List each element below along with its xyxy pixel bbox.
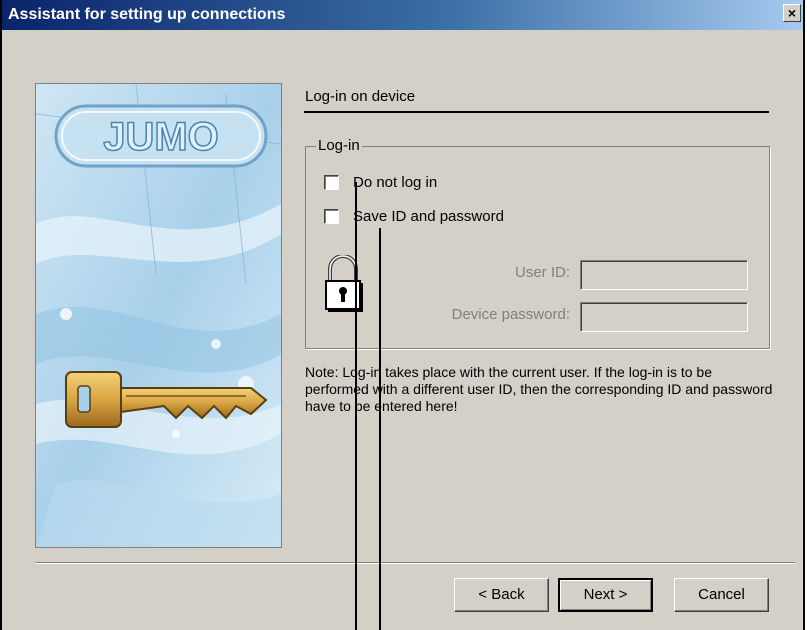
- user-id-field[interactable]: [580, 260, 748, 290]
- cancel-button[interactable]: Cancel: [674, 578, 769, 612]
- close-button[interactable]: ×: [783, 4, 801, 22]
- section-heading: Log-in on device: [305, 88, 416, 105]
- save-id-label: Save ID and password: [353, 208, 504, 225]
- heading-divider: [304, 111, 769, 113]
- callout-line-save-id: [379, 228, 381, 630]
- title-bar: Assistant for setting up connections ×: [2, 0, 803, 30]
- padlock-icon: [322, 254, 364, 313]
- do-not-log-in-label: Do not log in: [353, 174, 438, 191]
- user-id-label: User ID:: [514, 264, 570, 281]
- save-id-option[interactable]: Save ID and password: [324, 208, 504, 225]
- wizard-side-image: JUMO: [35, 83, 282, 548]
- setup-assistant-window: Assistant for setting up connections × J…: [0, 0, 805, 630]
- footer-divider: [35, 562, 795, 564]
- window-title: Assistant for setting up connections: [8, 6, 286, 23]
- close-icon: ×: [787, 5, 797, 21]
- login-group-label: Log-in: [316, 137, 362, 154]
- save-id-checkbox[interactable]: [324, 209, 339, 224]
- do-not-log-in-option[interactable]: Do not log in: [324, 174, 437, 191]
- do-not-log-in-checkbox[interactable]: [324, 175, 339, 190]
- device-password-label: Device password:: [451, 306, 570, 323]
- device-password-field[interactable]: [580, 302, 748, 332]
- jumo-logo: JUMO: [54, 104, 268, 168]
- next-button[interactable]: Next >: [558, 578, 653, 612]
- login-note: Note: Log-in takes place with the curren…: [305, 364, 773, 414]
- callout-line-do-not-log-in: [355, 182, 357, 630]
- logo-text: JUMO: [103, 115, 219, 159]
- back-button[interactable]: < Back: [454, 578, 549, 612]
